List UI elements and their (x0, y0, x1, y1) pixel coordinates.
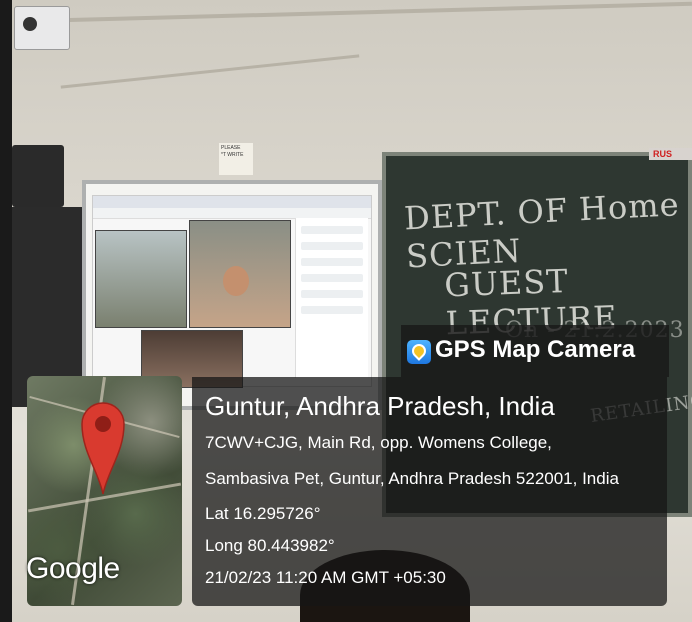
speaker (12, 145, 64, 207)
board-tag: RUS (649, 148, 692, 160)
watermark-app-name: GPS Map Camera (435, 336, 636, 363)
projector (14, 6, 70, 50)
address-line-2: Sambasiva Pet, Guntur, Andhra Pradesh 52… (205, 469, 619, 488)
place-name: Guntur, Andhra Pradesh, India (205, 391, 555, 421)
video-tile (95, 230, 187, 328)
address-line-1: 7CWV+CJG, Main Rd, opp. Womens College, (205, 433, 552, 452)
speaker-face (223, 266, 249, 296)
projected-video-call (92, 195, 372, 388)
browser-tab-bar (93, 196, 371, 208)
location-pin-icon (81, 402, 125, 495)
location-info-box: Guntur, Andhra Pradesh, India 7CWV+CJG, … (192, 377, 667, 606)
latitude: Lat 16.295726° (205, 504, 321, 523)
doorframe (0, 0, 12, 622)
longitude: Long 80.443982° (205, 536, 335, 555)
participants-panel (295, 218, 368, 378)
gps-map-camera-icon (407, 340, 431, 364)
notice-sign: PLEASE *T WRITE (219, 143, 253, 175)
timestamp: 21/02/23 11:20 AM GMT +05:30 (205, 568, 446, 587)
google-logo: Google (26, 552, 120, 585)
